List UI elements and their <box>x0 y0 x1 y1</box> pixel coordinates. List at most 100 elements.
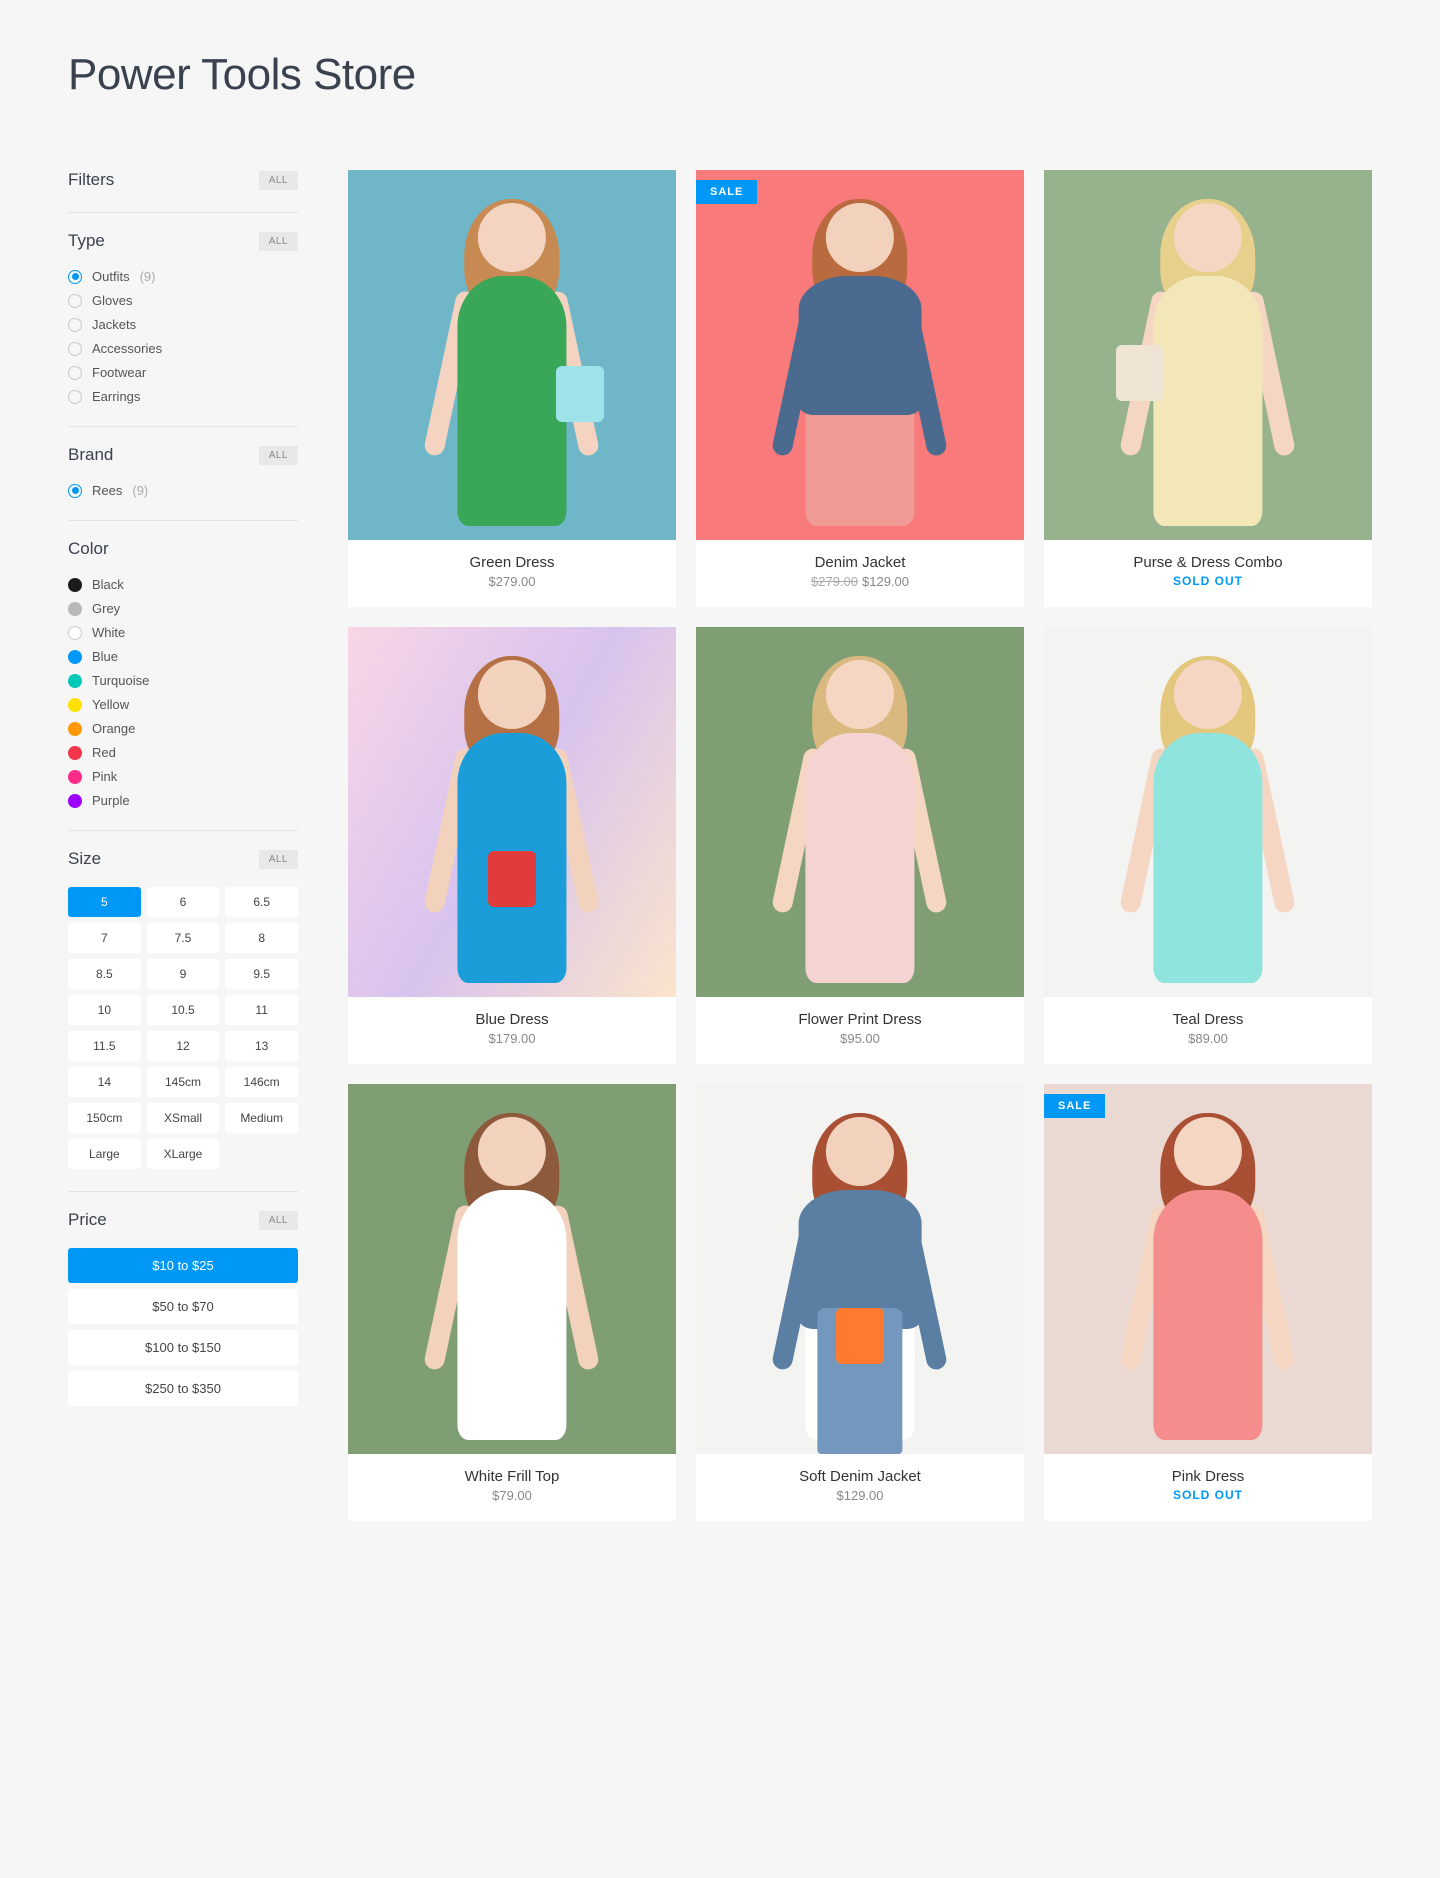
price-option[interactable]: $50 to $70 <box>68 1289 298 1324</box>
type-option[interactable]: Jackets <box>68 317 298 332</box>
product-card[interactable]: SALEDenim Jacket$279.00$129.00 <box>696 170 1024 607</box>
product-name: Denim Jacket <box>696 554 1024 571</box>
product-name: Purse & Dress Combo <box>1044 554 1372 571</box>
size-option[interactable]: 9.5 <box>225 959 298 989</box>
size-option[interactable]: XLarge <box>147 1139 220 1169</box>
product-card[interactable]: Purse & Dress Combo SOLD OUT <box>1044 170 1372 607</box>
size-option[interactable]: 10.5 <box>147 995 220 1025</box>
size-option[interactable]: 145cm <box>147 1067 220 1097</box>
color-option-label: Red <box>92 745 116 760</box>
filter-section-filters: Filters ALL <box>68 170 298 213</box>
product-card[interactable]: Green Dress $279.00 <box>348 170 676 607</box>
product-card[interactable]: Soft Denim Jacket $129.00 <box>696 1084 1024 1521</box>
color-swatch-icon <box>68 626 82 640</box>
price-option[interactable]: $250 to $350 <box>68 1371 298 1406</box>
size-option[interactable]: 13 <box>225 1031 298 1061</box>
type-option[interactable]: Gloves <box>68 293 298 308</box>
type-option-label: Outfits <box>92 269 130 284</box>
sale-badge: SALE <box>696 180 757 204</box>
color-option[interactable]: White <box>68 625 298 640</box>
color-option[interactable]: Purple <box>68 793 298 808</box>
product-name: Soft Denim Jacket <box>696 1468 1024 1485</box>
size-option[interactable]: 7.5 <box>147 923 220 953</box>
type-option-label: Earrings <box>92 389 140 404</box>
type-all-button[interactable]: ALL <box>259 232 298 251</box>
type-option[interactable]: Earrings <box>68 389 298 404</box>
color-option[interactable]: Yellow <box>68 697 298 712</box>
product-card[interactable]: White Frill Top$79.00 <box>348 1084 676 1521</box>
size-option[interactable]: 5 <box>68 887 141 917</box>
type-option[interactable]: Outfits(9) <box>68 269 298 284</box>
sold-out-label: SOLD OUT <box>1044 574 1372 588</box>
brand-all-button[interactable]: ALL <box>259 446 298 465</box>
size-option[interactable]: Medium <box>225 1103 298 1133</box>
product-card[interactable]: Blue Dress$179.00 <box>348 627 676 1064</box>
type-option[interactable]: Accessories <box>68 341 298 356</box>
size-option[interactable]: 6 <box>147 887 220 917</box>
size-option[interactable]: 10 <box>68 995 141 1025</box>
product-image <box>348 1084 676 1454</box>
product-name: Blue Dress <box>348 1011 676 1028</box>
size-option[interactable]: 146cm <box>225 1067 298 1097</box>
product-price-value: $279.00 <box>489 574 536 589</box>
product-name: Pink Dress <box>1044 1468 1372 1485</box>
filter-section-type: Type ALL Outfits(9)GlovesJacketsAccessor… <box>68 213 298 427</box>
product-image <box>1044 627 1372 997</box>
size-option[interactable]: 11.5 <box>68 1031 141 1061</box>
color-option[interactable]: Orange <box>68 721 298 736</box>
product-price-value: $89.00 <box>1188 1031 1228 1046</box>
size-all-button[interactable]: ALL <box>259 850 298 869</box>
size-option[interactable]: 9 <box>147 959 220 989</box>
color-swatch-icon <box>68 770 82 784</box>
size-option[interactable]: Large <box>68 1139 141 1169</box>
sold-out-label: SOLD OUT <box>1044 1488 1372 1502</box>
size-option[interactable]: XSmall <box>147 1103 220 1133</box>
size-option[interactable]: 150cm <box>68 1103 141 1133</box>
brand-option[interactable]: Rees(9) <box>68 483 298 498</box>
product-image: SALE <box>696 170 1024 540</box>
product-price: $89.00 <box>1044 1031 1372 1046</box>
size-option[interactable]: 12 <box>147 1031 220 1061</box>
color-option-label: Orange <box>92 721 135 736</box>
color-option[interactable]: Pink <box>68 769 298 784</box>
price-option[interactable]: $10 to $25 <box>68 1248 298 1283</box>
type-option[interactable]: Footwear <box>68 365 298 380</box>
product-image <box>696 1084 1024 1454</box>
product-card[interactable]: Teal Dress $89.00 <box>1044 627 1372 1064</box>
product-price: $129.00 <box>696 1488 1024 1503</box>
price-all-button[interactable]: ALL <box>259 1211 298 1230</box>
filters-all-button[interactable]: ALL <box>259 171 298 190</box>
product-name: Teal Dress <box>1044 1011 1372 1028</box>
color-option-label: Blue <box>92 649 118 664</box>
size-option[interactable]: 14 <box>68 1067 141 1097</box>
size-option[interactable]: 7 <box>68 923 141 953</box>
color-option[interactable]: Grey <box>68 601 298 616</box>
filter-section-brand: Brand ALL Rees(9) <box>68 427 298 521</box>
size-option[interactable]: 6.5 <box>225 887 298 917</box>
size-option[interactable]: 8 <box>225 923 298 953</box>
product-price: $279.00 <box>348 574 676 589</box>
color-option-label: Purple <box>92 793 130 808</box>
product-image <box>348 627 676 997</box>
radio-icon <box>68 294 82 308</box>
color-option[interactable]: Black <box>68 577 298 592</box>
product-name: Green Dress <box>348 554 676 571</box>
filter-section-color: Color BlackGreyWhiteBlueTurquoiseYellowO… <box>68 521 298 831</box>
product-image: SALE <box>1044 1084 1372 1454</box>
product-card[interactable]: Flower Print Dress$95.00 <box>696 627 1024 1064</box>
product-card[interactable]: SALE Pink Dress SOLD OUT <box>1044 1084 1372 1521</box>
size-option[interactable]: 11 <box>225 995 298 1025</box>
price-option[interactable]: $100 to $150 <box>68 1330 298 1365</box>
filter-section-size: Size ALL 566.577.588.599.51010.51111.512… <box>68 831 298 1192</box>
size-option[interactable]: 8.5 <box>68 959 141 989</box>
color-swatch-icon <box>68 674 82 688</box>
brand-option-label: Rees <box>92 483 122 498</box>
color-option[interactable]: Blue <box>68 649 298 664</box>
color-option-label: Grey <box>92 601 120 616</box>
color-swatch-icon <box>68 602 82 616</box>
color-option-label: Black <box>92 577 124 592</box>
color-option[interactable]: Turquoise <box>68 673 298 688</box>
radio-icon <box>68 270 82 284</box>
color-option[interactable]: Red <box>68 745 298 760</box>
color-option-label: Turquoise <box>92 673 149 688</box>
